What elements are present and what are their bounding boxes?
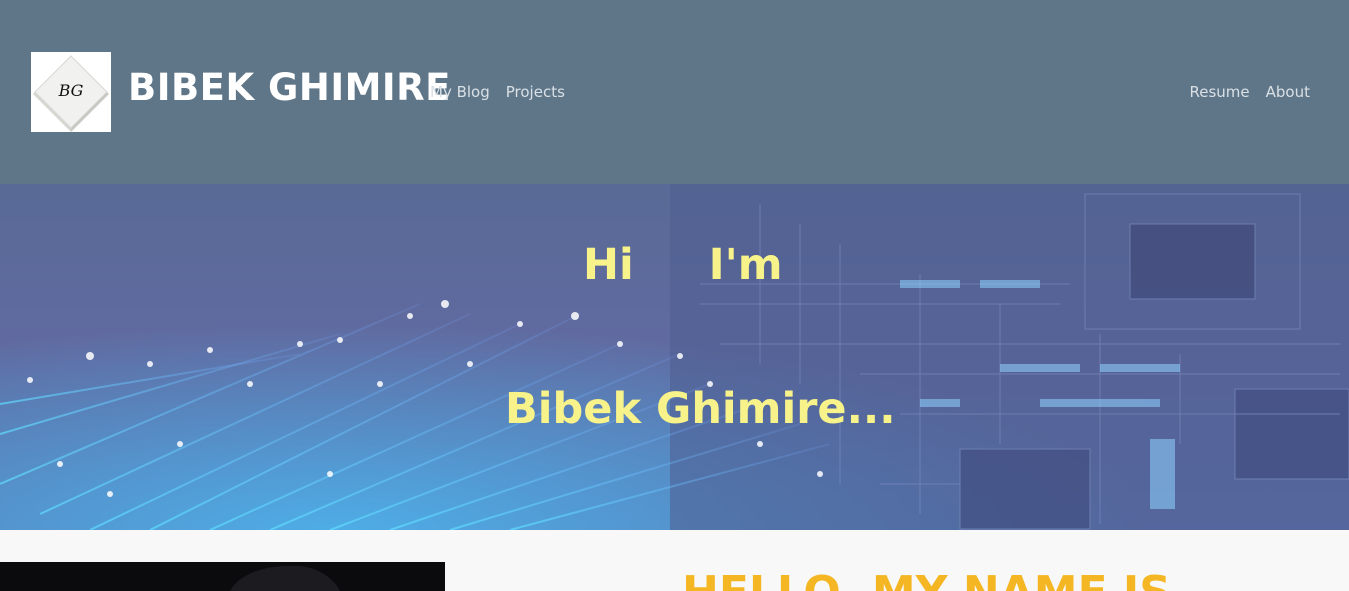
profile-photo [0, 562, 445, 591]
circuit-background-image [0, 184, 1349, 530]
site-title[interactable]: BIBEK GHIMIRE [128, 66, 451, 109]
hero-greeting: Hi I'm [583, 240, 783, 290]
secondary-nav: Resume About [1190, 83, 1311, 101]
nav-link-about[interactable]: About [1266, 83, 1310, 101]
primary-nav: My Blog Projects [430, 83, 565, 101]
logo-icon: BG [31, 52, 111, 132]
svg-text:BG: BG [58, 81, 84, 100]
logo-image[interactable]: BG [31, 52, 111, 132]
site-header: BG BIBEK GHIMIRE My Blog Projects Resume… [0, 0, 1349, 184]
nav-link-resume[interactable]: Resume [1190, 83, 1250, 101]
about-heading: HELLO, MY NAME IS [682, 567, 1171, 591]
portrait-image [0, 562, 445, 591]
hero-name: Bibek Ghimire... [505, 384, 896, 434]
hero-banner: Hi I'm Bibek Ghimire... [0, 184, 1349, 530]
nav-link-projects[interactable]: Projects [506, 83, 565, 101]
nav-link-my-blog[interactable]: My Blog [430, 83, 490, 101]
